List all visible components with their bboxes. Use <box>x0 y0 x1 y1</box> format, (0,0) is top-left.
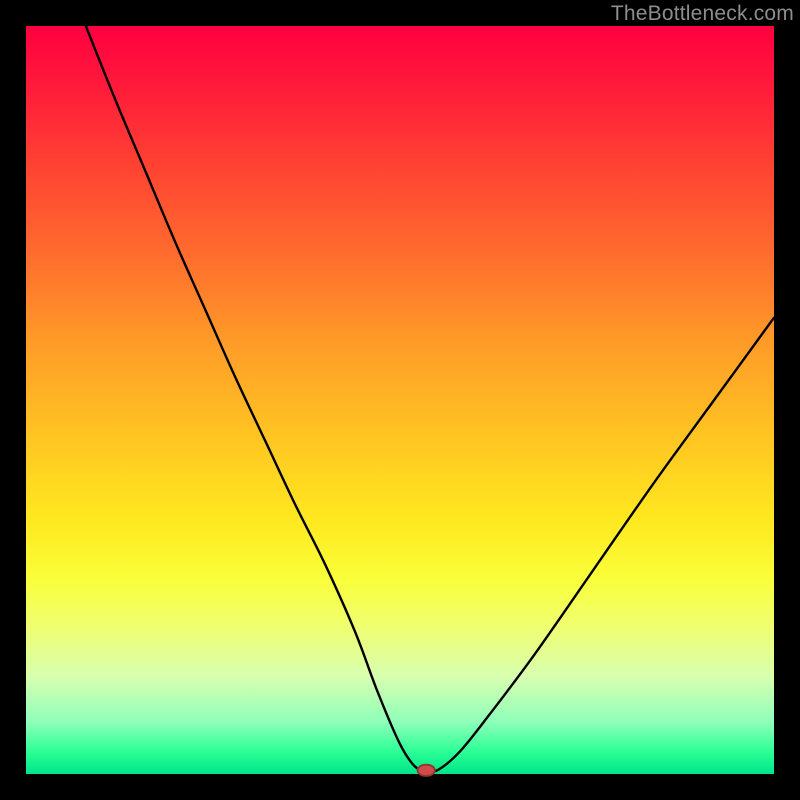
bottleneck-curve <box>26 26 774 774</box>
plot-area <box>26 26 774 774</box>
watermark-text: TheBottleneck.com <box>611 2 794 26</box>
minimum-marker <box>418 765 435 776</box>
chart-frame: TheBottleneck.com <box>0 0 800 800</box>
curve-line <box>86 26 774 772</box>
